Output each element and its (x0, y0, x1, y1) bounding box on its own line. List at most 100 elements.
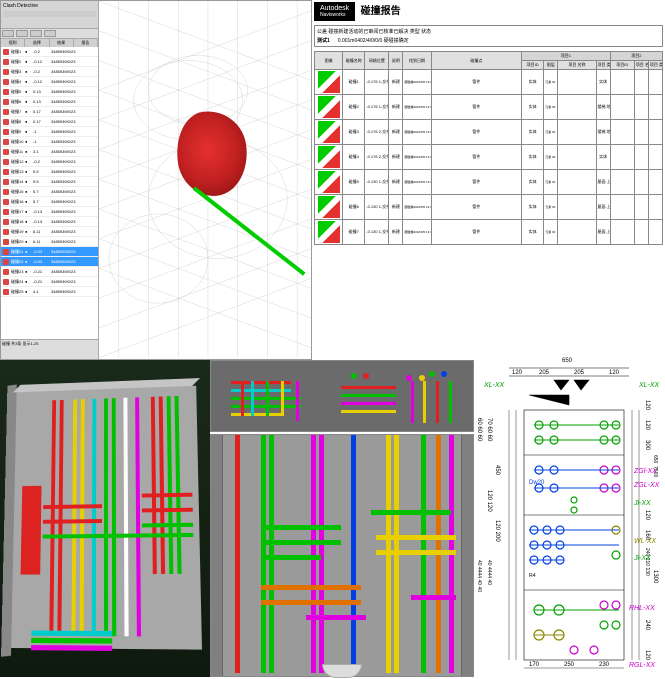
clash-thumb-icon (318, 121, 340, 143)
pipe-cyan (92, 399, 97, 636)
clash-row[interactable]: 碰撞8●0.173485939/0/23 (1, 117, 98, 127)
clash-row[interactable]: 碰撞21●-0.033485939/0/23 (1, 247, 98, 257)
dim: 120 (609, 370, 619, 376)
riser-label: Jl-XX (634, 500, 651, 507)
clash-row[interactable]: 碰撞11●3.13485939/0/23 (1, 147, 98, 157)
clash-row[interactable]: 碰撞13●5.53485939/0/23 (1, 167, 98, 177)
tool-btn[interactable] (2, 30, 14, 37)
clash-name: 碰撞25 (11, 289, 25, 295)
col-nm1: 项目 名称 (558, 61, 596, 70)
clash-row[interactable]: 碰撞6●0.133485939/0/23 (1, 97, 98, 107)
clash-list[interactable]: 碰撞1●-0.23485939/0/23碰撞2●-0.123485939/0/2… (1, 47, 98, 339)
riser-magenta (319, 435, 324, 673)
c-desc: 硬碰撞2016/9/5 13:14:36x:478.175, y:-5.764,… (403, 145, 431, 170)
clash-row[interactable]: 碰撞24●-0.213485939/0/23 (1, 277, 98, 287)
clash-row[interactable]: 碰撞25●4.13485939/0/23 (1, 287, 98, 297)
clash-desc: 3485939/0/23 (51, 59, 98, 64)
c-dist: -0.130 1-交件 (365, 195, 389, 220)
clash-st: ● (25, 79, 33, 84)
clash-row[interactable]: 碰撞23●-0.213485939/0/23 (1, 267, 98, 277)
clash-st: ● (25, 259, 33, 264)
clash-row[interactable]: 碰撞12●-0.23485939/0/23 (1, 157, 98, 167)
dim-l: 60 60 60 (476, 418, 482, 441)
pipe-white (123, 398, 128, 637)
plan-riser (241, 381, 244, 416)
report-row: 碰撞4-0.176 2-交件新建硬碰撞2016/9/5 13:14:36x:47… (315, 145, 663, 170)
clash-row[interactable]: 碰撞2●-0.123485939/0/23 (1, 57, 98, 67)
dim-r: 120 (644, 420, 650, 430)
tab-rules[interactable]: 规则 (1, 39, 25, 47)
clash-name: 碰撞4 (11, 79, 25, 85)
piping-plan-section (210, 360, 474, 677)
clash-row[interactable]: 碰撞9●-13485939/0/23 (1, 127, 98, 137)
clash-dist: 5.7 (33, 189, 51, 194)
clash-name: 碰撞5 (11, 89, 25, 95)
clash-dist: -1 (33, 139, 51, 144)
col-tp2: 项目 类型 (648, 61, 662, 70)
c-pt: 管件 (431, 120, 522, 145)
clash-dist: 0.17 (33, 119, 51, 124)
tool-btn[interactable] (30, 30, 42, 37)
tab-report[interactable]: 报告 (74, 39, 98, 47)
c-id2 (610, 170, 634, 195)
dim-l: 120 120 (486, 490, 492, 512)
col-image: 图像 (315, 52, 343, 70)
clash-desc: 3485939/0/23 (51, 109, 98, 114)
clash-name: 碰撞22 (11, 259, 25, 265)
clash-row[interactable]: 碰撞1●-0.23485939/0/23 (1, 47, 98, 57)
col-nm2: 项目 名称 (634, 61, 648, 70)
riser-dot-red-icon (363, 373, 369, 379)
tab-results[interactable]: 结果 (50, 39, 74, 47)
clash-row[interactable]: 碰撞10●-13485939/0/23 (1, 137, 98, 147)
c-pt: 管件 (431, 145, 522, 170)
clash-row[interactable]: 碰撞15●5.73485939/0/23 (1, 187, 98, 197)
riser-dot-green-icon (429, 371, 435, 377)
c-n2 (634, 220, 648, 245)
clash-thumb-icon (318, 96, 340, 118)
clash-name: 碰撞8 (11, 119, 25, 125)
tab-select[interactable]: 选择 (25, 39, 49, 47)
clash-name: 碰撞20 (11, 239, 25, 245)
c-t2 (648, 170, 662, 195)
clash-row[interactable]: 碰撞3●-0.23485939/0/23 (1, 67, 98, 77)
status-icon (3, 189, 9, 195)
tool-btn[interactable] (44, 30, 56, 37)
clash-st: ● (25, 129, 33, 134)
clash-row[interactable]: 碰撞16●5.73485939/0/23 (1, 197, 98, 207)
c-n1 (558, 195, 596, 220)
red-equipment (21, 486, 42, 575)
clash-row[interactable]: 碰撞17●-0.133485939/0/23 (1, 207, 98, 217)
report-meta: 公差 碰撞新建活动的已审阅已核准已解决 类型 状态 测试1 0.001m0402… (314, 25, 663, 47)
clash-dist: -0.12 (33, 79, 51, 84)
c-dist: -0.130 1-交件 (365, 220, 389, 245)
dim-l: 40 4444 40 40 (476, 560, 482, 592)
clash-row[interactable]: 碰撞4●-0.123485939/0/23 (1, 77, 98, 87)
clash-dist: -0.21 (33, 279, 51, 284)
c-st: 新建 (389, 95, 403, 120)
branch-red (142, 493, 193, 498)
clash-row[interactable]: 碰撞18●-0.133485939/0/23 (1, 217, 98, 227)
clash-row[interactable]: 碰撞20●6.113485939/0/23 (1, 237, 98, 247)
status-icon (3, 289, 9, 295)
clash-row[interactable]: 碰撞5●0.133485939/0/23 (1, 87, 98, 97)
c-n2 (634, 95, 648, 120)
dim-b: 250 (564, 662, 574, 668)
pipe-red (57, 400, 63, 636)
clash-st: ● (25, 119, 33, 124)
3d-viewport[interactable] (99, 1, 311, 359)
clash-st: ● (25, 279, 33, 284)
clash-row[interactable]: 碰撞7●0.173485939/0/23 (1, 107, 98, 117)
status-icon (3, 209, 9, 215)
plan-pipe-green (341, 394, 396, 397)
tool-btn[interactable] (16, 30, 28, 37)
clash-row[interactable]: 碰撞22●-0.033485939/0/23 (1, 257, 98, 267)
c-t2 (648, 70, 662, 95)
col-tp1: 项目 类型 (596, 61, 610, 70)
clash-row[interactable]: 碰撞19●6.113485939/0/23 (1, 227, 98, 237)
c-t1: 实体 (596, 70, 610, 95)
clash-row[interactable]: 碰撞14●5.53485939/0/23 (1, 177, 98, 187)
clash-dist: 5.5 (33, 179, 51, 184)
c-desc: 硬碰撞2016/9/5 13:14:36x:478.821, y:-4.162,… (403, 120, 431, 145)
dim-l: 450 (494, 465, 500, 475)
c-dist: -0.176 2-交件 (365, 120, 389, 145)
